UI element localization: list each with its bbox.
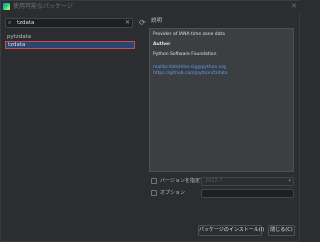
- description-panel: Provider of IANA time zone data Author P…: [149, 28, 294, 172]
- description-label: 説明: [151, 18, 163, 24]
- description-summary: Provider of IANA time zone data: [153, 32, 225, 37]
- window-title: 使用可能なパッケージ: [13, 3, 73, 10]
- title-bar: 使用可能なパッケージ ✕: [1, 1, 301, 12]
- version-select-value: 2022.7: [205, 178, 223, 184]
- package-item-pytzdata[interactable]: pytzdata: [5, 33, 135, 41]
- specify-version-checkbox[interactable]: [151, 178, 157, 184]
- install-package-dialog: 使用可能なパッケージ ✕ ⌕ ✕ ⟳ pytzdata tzdata 説明 Pr…: [0, 0, 301, 242]
- search-input[interactable]: [17, 19, 117, 27]
- package-list[interactable]: pytzdata tzdata: [5, 33, 135, 223]
- install-package-button[interactable]: パッケージのインストール(I): [198, 225, 264, 236]
- options-input[interactable]: [201, 189, 294, 198]
- author-label: Author: [153, 42, 171, 47]
- chevron-down-icon: ▾: [288, 178, 291, 184]
- author-name: Python Software Foundation: [153, 52, 217, 57]
- options-label[interactable]: オプション: [160, 189, 185, 197]
- options-checkbox[interactable]: [151, 190, 157, 196]
- close-icon[interactable]: ✕: [291, 2, 297, 11]
- pycharm-icon: [3, 3, 10, 10]
- search-box[interactable]: ⌕ ✕: [5, 18, 133, 28]
- refresh-icon[interactable]: ⟳: [139, 18, 146, 28]
- package-item-tzdata[interactable]: tzdata: [5, 41, 135, 49]
- version-select[interactable]: 2022.7 ▾: [201, 177, 294, 186]
- search-icon: ⌕: [8, 19, 12, 26]
- project-url-link[interactable]: https://github.com/python/tzdata: [153, 71, 290, 77]
- clear-icon[interactable]: ✕: [125, 19, 130, 27]
- close-button[interactable]: 閉じる(C): [268, 225, 295, 236]
